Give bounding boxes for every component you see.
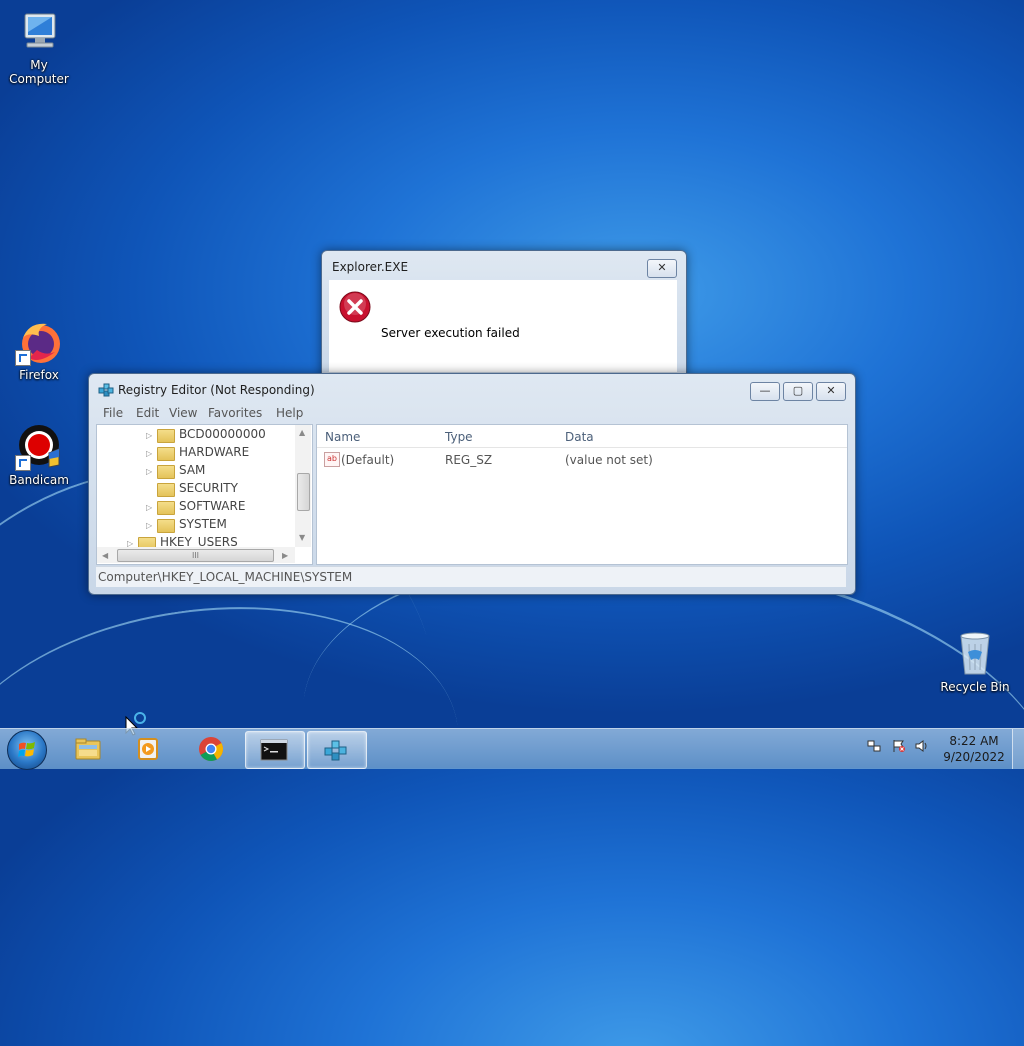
error-icon	[339, 291, 371, 323]
action-center-flag-icon[interactable]	[892, 739, 906, 753]
value-name: (Default)	[341, 453, 395, 467]
values-header: Name Type Data	[317, 425, 847, 448]
value-data: (value not set)	[565, 453, 653, 467]
recycle-bin-icon	[951, 630, 999, 678]
status-bar: Computer\HKEY_LOCAL_MACHINE\SYSTEM	[96, 566, 846, 587]
bandicam-icon	[15, 423, 63, 471]
expand-arrow-icon[interactable]: ▷	[146, 521, 152, 530]
tree-item-bcd[interactable]: BCD00000000	[179, 427, 266, 441]
desktop-icon-recycle-bin[interactable]: Recycle Bin	[935, 630, 1015, 694]
taskbar: 8:22 AM 9/20/2022	[0, 728, 1024, 770]
menu-file[interactable]: File	[103, 406, 123, 420]
scroll-thumb[interactable]: III	[117, 549, 274, 562]
desktop-icon-label: Bandicam	[9, 473, 69, 487]
regedit-title: Registry Editor (Not Responding)	[118, 383, 315, 397]
scroll-up-arrow-icon[interactable]: ▲	[299, 428, 305, 437]
expand-arrow-icon[interactable]: ▷	[146, 503, 152, 512]
volume-icon[interactable]	[915, 739, 929, 753]
network-icon[interactable]	[867, 739, 881, 753]
scroll-grip: III	[191, 551, 200, 560]
expand-arrow-icon[interactable]: ▷	[146, 467, 152, 476]
shortcut-arrow-icon	[15, 350, 31, 366]
regedit-app-icon	[98, 382, 114, 398]
column-header-type[interactable]: Type	[445, 430, 473, 444]
error-dialog: Explorer.EXE ✕ Server execution failed	[321, 250, 687, 380]
scroll-left-arrow-icon[interactable]: ◀	[102, 551, 108, 560]
tree-item-software[interactable]: SOFTWARE	[179, 499, 245, 513]
desktop-icon-label: Firefox	[19, 368, 59, 382]
expand-arrow-icon[interactable]: ▷	[146, 449, 152, 458]
tree-item-sam[interactable]: SAM	[179, 463, 205, 477]
folder-icon	[157, 519, 175, 533]
taskbar-registry-editor-button[interactable]	[307, 731, 367, 769]
folder-icon	[157, 447, 175, 461]
windows-logo-icon	[18, 742, 35, 757]
folder-icon	[157, 465, 175, 479]
clock-date: 9/20/2022	[943, 750, 1005, 764]
taskbar-command-prompt-button[interactable]	[245, 731, 305, 769]
show-desktop-button[interactable]	[1012, 729, 1024, 769]
error-dialog-title: Explorer.EXE	[332, 260, 409, 274]
tree-item-security[interactable]: SECURITY	[179, 481, 238, 495]
desktop-icon-label: My Computer	[9, 58, 69, 86]
tree-item-system[interactable]: SYSTEM	[179, 517, 227, 531]
clock-time: 8:22 AM	[949, 734, 999, 748]
start-button[interactable]	[7, 730, 47, 770]
menu-favorites[interactable]: Favorites	[208, 406, 262, 420]
menu-help[interactable]: Help	[276, 406, 303, 420]
error-dialog-close-button[interactable]: ✕	[647, 259, 677, 278]
scroll-down-arrow-icon[interactable]: ▼	[299, 533, 305, 542]
maximize-button[interactable]: ▢	[783, 382, 813, 401]
command-prompt-icon	[260, 739, 288, 761]
chrome-icon	[199, 737, 224, 762]
menu-view[interactable]: View	[169, 406, 197, 420]
expand-arrow-icon[interactable]: ▷	[146, 431, 152, 440]
scroll-right-arrow-icon[interactable]: ▶	[282, 551, 288, 560]
taskbar-chrome-button[interactable]	[183, 731, 241, 767]
folder-icon	[157, 483, 175, 497]
desktop-icon-my-computer[interactable]: My Computer	[0, 8, 79, 86]
folder-icon	[75, 738, 101, 760]
menu-bar: File Edit View Favorites Help	[96, 403, 846, 423]
error-dialog-body: Server execution failed	[329, 280, 677, 372]
value-row[interactable]: ab (Default) REG_SZ (value not set)	[317, 449, 847, 469]
status-path: Computer\HKEY_LOCAL_MACHINE\SYSTEM	[98, 570, 353, 584]
column-header-data[interactable]: Data	[565, 430, 594, 444]
key-tree-pane[interactable]: ▷ BCD00000000 ▷ HARDWARE ▷ SAM SECURITY …	[96, 424, 313, 565]
shortcut-arrow-icon	[15, 455, 31, 471]
tree-horizontal-scrollbar[interactable]: ◀ III ▶	[97, 547, 295, 563]
taskbar-media-player-button[interactable]	[121, 731, 179, 767]
tree-item-hardware[interactable]: HARDWARE	[179, 445, 249, 459]
menu-edit[interactable]: Edit	[136, 406, 159, 420]
firefox-icon	[15, 318, 63, 366]
values-pane[interactable]: Name Type Data ab (Default) REG_SZ (valu…	[316, 424, 848, 565]
clock[interactable]: 8:22 AM 9/20/2022	[938, 733, 1010, 765]
value-type: REG_SZ	[445, 453, 493, 467]
folder-icon	[157, 429, 175, 443]
media-player-icon	[138, 738, 158, 760]
error-message: Server execution failed	[381, 326, 520, 340]
column-header-name[interactable]: Name	[325, 430, 360, 444]
desktop-icon-bandicam[interactable]: Bandicam	[0, 423, 79, 487]
desktop-icon-firefox[interactable]: Firefox	[0, 318, 79, 382]
minimize-button[interactable]: —	[750, 382, 780, 401]
scroll-thumb[interactable]	[297, 473, 310, 511]
taskbar-explorer-button[interactable]	[60, 731, 118, 767]
registry-editor-icon	[324, 740, 347, 761]
folder-icon	[157, 501, 175, 515]
tree-vertical-scrollbar[interactable]: ▲ ▼	[295, 425, 311, 547]
desktop-icon-label: Recycle Bin	[940, 680, 1010, 694]
computer-icon	[15, 8, 63, 56]
string-value-icon: ab	[324, 452, 340, 467]
registry-editor-window: Registry Editor (Not Responding) — ▢ ✕ F…	[88, 373, 856, 595]
close-button[interactable]: ✕	[816, 382, 846, 401]
